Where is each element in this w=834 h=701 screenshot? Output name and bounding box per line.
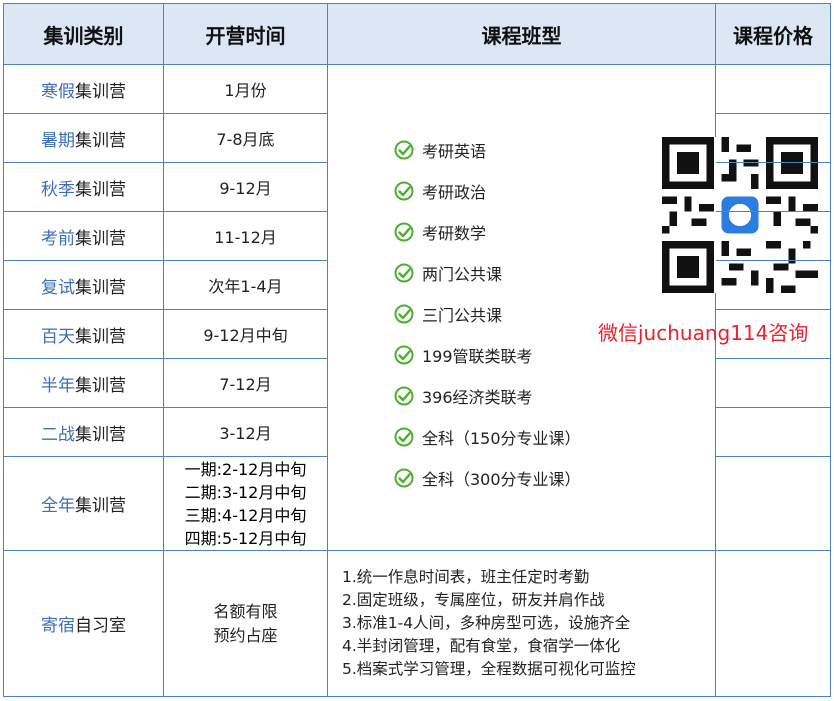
- feature-line: 4.半封闭管理，配有食堂，食宿学一体化: [342, 637, 621, 655]
- time-cell: 9-12月中旬: [164, 310, 328, 359]
- dorm-features: 1.统一作息时间表，班主任定时考勤 2.固定班级，专属座位，研友并肩作战 3.标…: [328, 551, 716, 696]
- time-cell: 次年1-4月: [164, 261, 328, 310]
- time-cell: 名额有限 预约占座: [164, 551, 328, 696]
- check-icon: [394, 345, 414, 364]
- list-item: 全科（150分专业课）: [394, 416, 581, 457]
- course-list-cell: 考研英语 考研政治 考研数学 两门公共课 三门公共课 199管联类联考 396经…: [328, 65, 818, 551]
- price-cell: [716, 457, 830, 551]
- time-cell: 7-12月: [164, 359, 328, 408]
- list-item: 两门公共课: [394, 252, 581, 293]
- category-cell: 二战 集训营: [4, 408, 164, 457]
- price-cell: [716, 212, 830, 261]
- category-cell: 考前 集训营: [4, 212, 164, 261]
- price-cell: [716, 65, 830, 114]
- price-cell: [716, 163, 830, 212]
- course-list: 考研英语 考研政治 考研数学 两门公共课 三门公共课 199管联类联考 396经…: [394, 129, 581, 498]
- check-icon: [394, 222, 414, 241]
- price-cell: [716, 114, 830, 163]
- category-cell: 秋季 集训营: [4, 163, 164, 212]
- check-icon: [394, 386, 414, 405]
- list-item: 考研数学: [394, 211, 581, 252]
- time-cell: 1月份: [164, 65, 328, 114]
- category-cell: 寒假 集训营: [4, 65, 164, 114]
- list-item: 考研英语: [394, 129, 581, 170]
- list-item: 全科（300分专业课）: [394, 457, 581, 498]
- check-icon: [394, 468, 414, 487]
- table-row-dorm: 寄宿 自习室 名额有限 预约占座 1.统一作息时间表，班主任定时考勤 2.固定班级…: [4, 551, 830, 696]
- feature-line: 1.统一作息时间表，班主任定时考勤: [342, 568, 590, 586]
- check-icon: [394, 140, 414, 159]
- price-cell: [716, 261, 830, 310]
- time-cell: 7-8月底: [164, 114, 328, 163]
- time-cell: 3-12月: [164, 408, 328, 457]
- period-line: 二期:3-12月中旬: [184, 482, 307, 502]
- list-item: 三门公共课: [394, 293, 581, 334]
- category-cell: 寄宿 自习室: [4, 551, 164, 696]
- price-cell: [716, 551, 830, 696]
- category-cell: 复试 集训营: [4, 261, 164, 310]
- check-icon: [394, 263, 414, 282]
- category-cell: 暑期 集训营: [4, 114, 164, 163]
- check-icon: [394, 181, 414, 200]
- price-cell: [716, 359, 830, 408]
- price-cell: [716, 408, 830, 457]
- header-course: 课程班型: [328, 4, 716, 65]
- feature-line: 5.档案式学习管理，全程数据可视化可监控: [342, 660, 636, 678]
- feature-line: 2.固定班级，专属座位，研友并肩作战: [342, 591, 605, 609]
- header-time: 开营时间: [164, 4, 328, 65]
- price-cell: [716, 310, 830, 359]
- header-price: 课程价格: [716, 4, 830, 65]
- category-cell: 半年 集训营: [4, 359, 164, 408]
- check-icon: [394, 304, 414, 323]
- price-column: [716, 65, 830, 551]
- check-icon: [394, 427, 414, 446]
- list-item: 396经济类联考: [394, 375, 581, 416]
- list-item: 199管联类联考: [394, 334, 581, 375]
- period-line: 三期:4-12月中旬: [184, 505, 307, 525]
- header-category: 集训类别: [4, 4, 164, 65]
- list-item: 考研政治: [394, 170, 581, 211]
- category-cell: 全年 集训营: [4, 457, 164, 551]
- category-cell: 百天 集训营: [4, 310, 164, 359]
- camp-table: 集训类别 开营时间 课程班型 课程价格 寒假 集训营 1月份 暑期 集训营 7-8月…: [3, 3, 831, 697]
- time-cell: 一期:2-12月中旬 二期:3-12月中旬 三期:4-12月中旬 四期:5-12…: [164, 457, 328, 551]
- time-cell: 11-12月: [164, 212, 328, 261]
- header-row: 集训类别 开营时间 课程班型 课程价格: [4, 4, 830, 65]
- time-cell: 9-12月: [164, 163, 328, 212]
- feature-line: 3.标准1-4人间，多种房型可选，设施齐全: [342, 614, 631, 632]
- period-line: 一期:2-12月中旬: [184, 459, 307, 479]
- period-line: 四期:5-12月中旬: [184, 528, 307, 548]
